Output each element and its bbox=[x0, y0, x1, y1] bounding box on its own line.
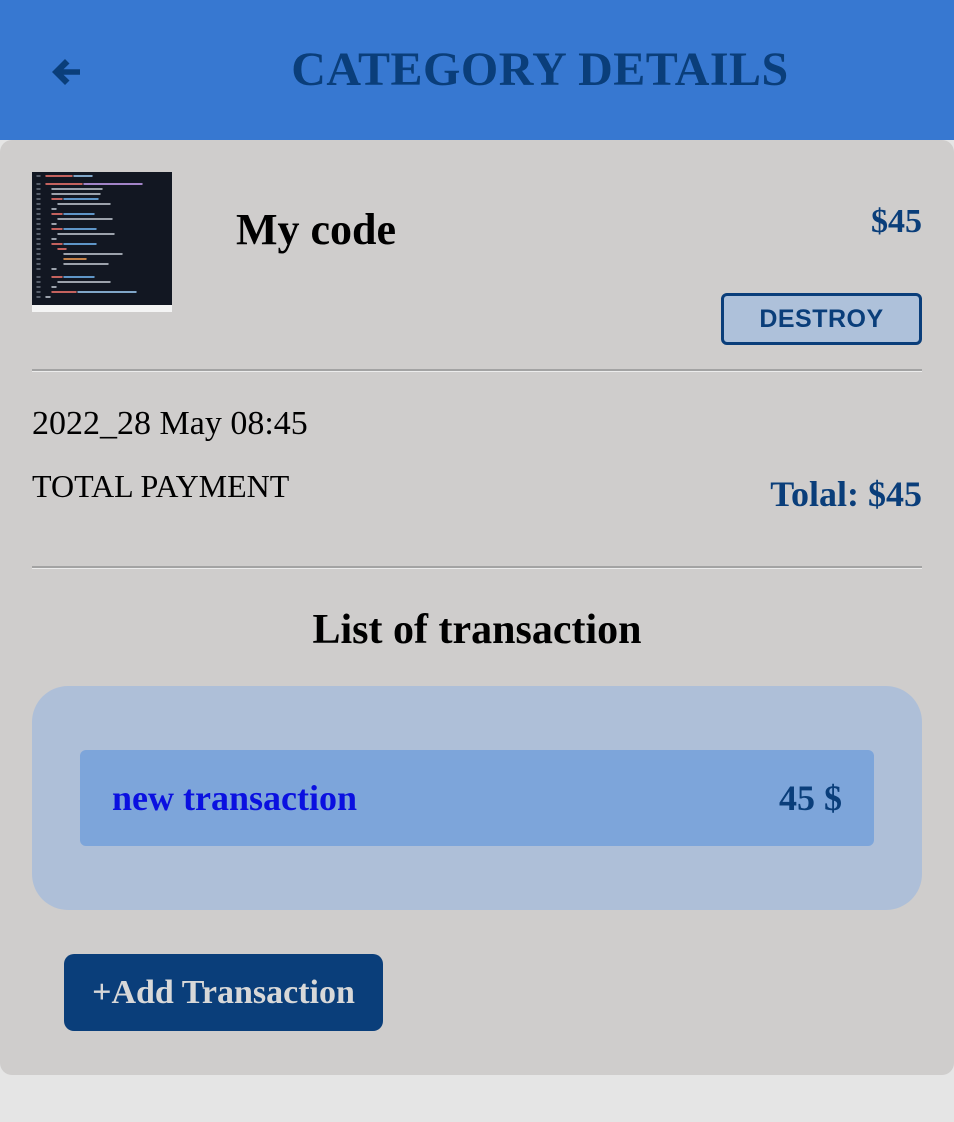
top-bar: CATEGORY DETAILS bbox=[0, 0, 954, 140]
category-amount: $45 bbox=[871, 203, 922, 240]
transaction-name[interactable]: new transaction bbox=[112, 776, 357, 820]
category-card: My code $45 DESTROY 2022_28 May 08:45 TO… bbox=[0, 140, 954, 1075]
add-transaction-button[interactable]: +Add Transaction bbox=[64, 954, 383, 1031]
transaction-row[interactable]: new transaction 45 $ bbox=[80, 750, 874, 846]
total-payment-value: Tolal: $45 bbox=[770, 474, 922, 514]
transaction-list: new transaction 45 $ bbox=[32, 686, 922, 910]
transaction-amount: 45 $ bbox=[779, 778, 842, 818]
category-name: My code bbox=[236, 205, 397, 254]
category-date: 2022_28 May 08:45 bbox=[32, 405, 308, 442]
code-screenshot-image bbox=[32, 172, 172, 305]
divider bbox=[32, 566, 922, 569]
destroy-button[interactable]: DESTROY bbox=[721, 293, 922, 345]
total-payment-label: TOTAL PAYMENT bbox=[32, 468, 290, 504]
transactions-heading: List of transaction bbox=[312, 607, 642, 653]
category-thumbnail bbox=[32, 172, 172, 312]
page-title: CATEGORY DETAILS bbox=[291, 43, 789, 96]
divider bbox=[32, 369, 922, 372]
